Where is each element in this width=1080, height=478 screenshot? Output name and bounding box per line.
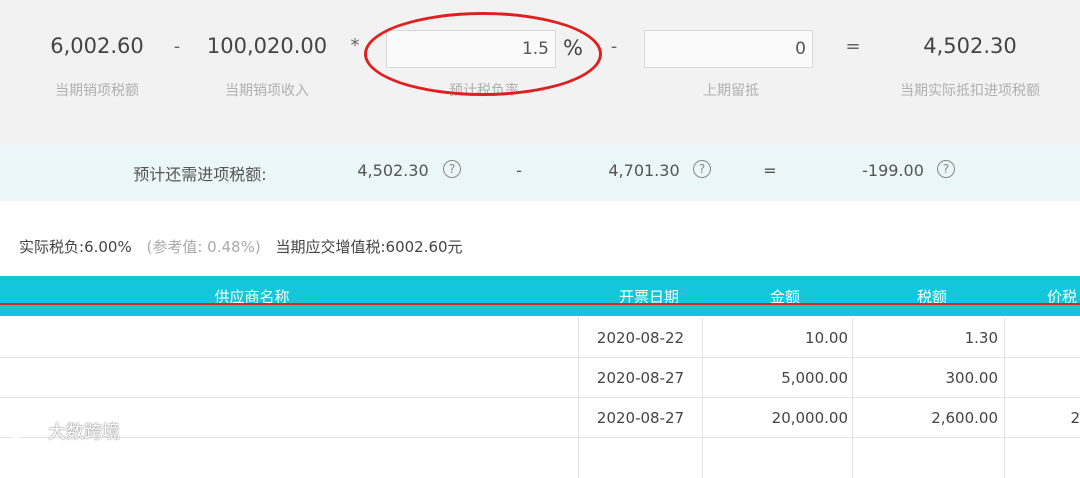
minus-operator: - [610, 36, 618, 57]
help-icon[interactable]: ? [443, 160, 461, 178]
equals-operator: = [845, 36, 861, 57]
total-cell: 2 [1004, 398, 1080, 438]
tax-cell: 2,600.00 [852, 398, 1004, 438]
total-cell [1004, 358, 1080, 398]
reference-rate: (参考值: 0.48%) [146, 238, 261, 256]
date-cell: 2020-08-27 [578, 358, 702, 398]
tax-summary: 实际税负:6.00% (参考值: 0.48%) 当期应交增值税:6002.60元 [19, 236, 463, 257]
carry-forward-label: 上期留抵 [703, 83, 759, 99]
amount-cell: 20,000.00 [702, 398, 852, 438]
date-cell [578, 438, 702, 478]
actual-rate-value: 6.00% [84, 238, 132, 256]
vat-value: 6002.60元 [385, 238, 463, 256]
amount-cell [702, 438, 852, 478]
tax-cell [852, 438, 1004, 478]
table-row[interactable]: 2020-08-27 5,000.00 300.00 [0, 358, 1080, 398]
estimate-value-1: 4,502.30 [357, 161, 429, 180]
invoice-table-header: 供应商名称 开票日期 金额 税额 价税 [0, 276, 1080, 316]
table-row[interactable] [0, 438, 1080, 478]
estimate-bar: 预计还需进项税额: 4,502.30 ? - 4,701.30 ? = -199… [0, 145, 1080, 201]
multiply-operator: * [350, 35, 360, 56]
minus-operator: - [516, 161, 522, 180]
minus-operator: - [173, 36, 181, 57]
sales-income-value: 100,020.00 [206, 34, 328, 58]
total-cell [1004, 318, 1080, 358]
red-underline [0, 303, 1080, 305]
vat-label: 当期应交增值税: [275, 238, 386, 256]
tax-cell: 1.30 [852, 318, 1004, 358]
estimate-value-2: 4,701.30 [608, 161, 680, 180]
result-label: 当期实际抵扣进项税额 [900, 83, 1040, 99]
estimate-label: 预计还需进项税额: [133, 165, 267, 184]
sales-tax-value: 6,002.60 [50, 34, 144, 58]
help-icon[interactable]: ? [937, 160, 955, 178]
result-value: 4,502.30 [923, 34, 1017, 58]
date-cell: 2020-08-22 [578, 318, 702, 358]
date-cell: 2020-08-27 [578, 398, 702, 438]
amount-cell: 10.00 [702, 318, 852, 358]
tax-calc-panel: 6,002.60 当期销项税额 - 100,020.00 当期销项收入 * 1.… [0, 0, 1080, 145]
sales-tax-label: 当期销项税额 [55, 83, 139, 99]
amount-cell: 5,000.00 [702, 358, 852, 398]
watermark-text: 大数跨境 [48, 422, 120, 443]
tax-cell: 300.00 [852, 358, 1004, 398]
table-row[interactable]: 2020-08-27 20,000.00 2,600.00 2 [0, 398, 1080, 438]
highlight-ellipse [364, 12, 602, 96]
table-row[interactable]: 2020-08-22 10.00 1.30 [0, 318, 1080, 358]
total-cell [1004, 438, 1080, 478]
help-icon[interactable]: ? [693, 160, 711, 178]
carry-forward-input[interactable]: 0 [644, 30, 813, 68]
actual-rate-label: 实际税负: [19, 238, 85, 256]
logo-icon [9, 423, 40, 439]
equals-operator: = [763, 161, 777, 180]
sales-income-label: 当期销项收入 [225, 83, 309, 99]
watermark: 大数跨境 [8, 418, 120, 444]
estimate-result: -199.00 [862, 161, 924, 180]
